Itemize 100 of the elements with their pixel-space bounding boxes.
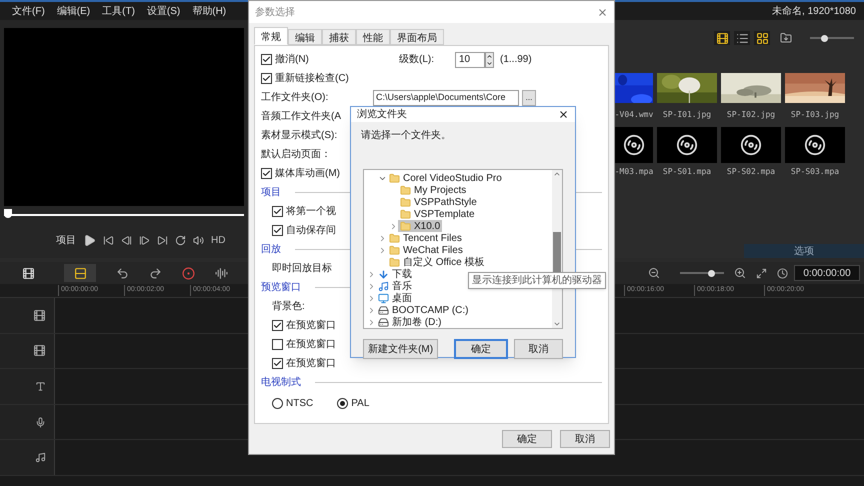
path-field[interactable]: C:\Users\apple\Documents\Core: [373, 90, 519, 106]
dialog-button[interactable]: 确定: [454, 339, 508, 359]
close-button[interactable]: [558, 109, 569, 120]
timecode-field[interactable]: 0:00:00:00: [794, 265, 860, 281]
zoom-out-button[interactable]: [648, 267, 660, 279]
checkbox-label: 重新链接检查(C): [275, 72, 349, 86]
storyboard-view-button[interactable]: [714, 31, 730, 45]
media-thumbnail[interactable]: [785, 70, 845, 106]
menu-item[interactable]: 编辑(E): [56, 4, 90, 18]
media-label: SP-S03.mpa: [790, 166, 840, 178]
tree-item[interactable]: 音乐: [376, 280, 414, 292]
thumbnail-size-slider[interactable]: [810, 34, 854, 42]
dialog-button[interactable]: 取消: [560, 430, 610, 448]
tab[interactable]: 捕获: [322, 29, 356, 45]
tab[interactable]: 编辑: [288, 29, 322, 45]
menu-item[interactable]: 帮助(H): [192, 4, 226, 18]
checkbox[interactable]: [272, 206, 283, 217]
overlay-track-icon: [33, 344, 46, 358]
next-frame-button[interactable]: [139, 234, 150, 246]
tree-item[interactable]: 桌面: [376, 292, 414, 304]
list-view-button[interactable]: [734, 31, 750, 45]
tab[interactable]: 界面布局: [390, 29, 444, 45]
volume-button[interactable]: [193, 234, 204, 246]
tree-label: BOOTCAMP (C:): [392, 304, 468, 316]
media-thumbnail[interactable]: [657, 70, 717, 106]
folder-icon: [400, 208, 411, 220]
radio-button[interactable]: [272, 398, 283, 408]
zoom-in-button[interactable]: [734, 267, 746, 279]
options-tab[interactable]: 选项: [744, 244, 864, 258]
skip-start-button[interactable]: [103, 234, 114, 246]
hd-button[interactable]: HD: [211, 232, 226, 248]
tree-item[interactable]: Tencent Files: [387, 232, 464, 244]
repeat-button[interactable]: [175, 234, 186, 246]
folder-icon: [389, 172, 400, 184]
media-thumbnail[interactable]: [615, 70, 653, 106]
scrubber-handle[interactable]: [4, 209, 12, 218]
record-button[interactable]: [182, 266, 195, 280]
zoom-slider[interactable]: [680, 269, 724, 277]
timeline-rows-icon: [74, 266, 86, 280]
checkbox[interactable]: [272, 339, 283, 350]
checkbox-label: 撤消(N): [275, 52, 310, 67]
title-track-icon: [35, 380, 46, 392]
audio-wave-button[interactable]: [215, 266, 228, 280]
tree-item[interactable]: VSPPathStyle: [398, 196, 479, 208]
timeline-view-button[interactable]: [64, 264, 96, 282]
menu-item[interactable]: 文件(F): [12, 4, 45, 18]
field-label: 素材显示模式(S):: [261, 128, 338, 143]
tree-item[interactable]: 新加卷 (D:): [376, 316, 444, 328]
scrollbar-thumb[interactable]: [553, 232, 561, 275]
number-field[interactable]: 10: [455, 52, 485, 68]
grid-view-button[interactable]: [754, 31, 770, 45]
redo-button[interactable]: [149, 266, 162, 280]
tree-item[interactable]: My Projects: [398, 184, 468, 196]
radio-button[interactable]: [337, 398, 348, 408]
checkbox[interactable]: [272, 358, 283, 369]
media-thumbnail[interactable]: [721, 70, 781, 106]
slider-thumb[interactable]: [708, 270, 715, 276]
undo-button[interactable]: [116, 266, 129, 280]
dialog-title: 参数选择: [255, 6, 295, 20]
media-thumbnail[interactable]: [615, 127, 653, 163]
project-info: 未命名, 1920*1080: [772, 4, 857, 18]
media-thumbnail[interactable]: [721, 127, 781, 163]
tree-label: 新加卷 (D:): [392, 316, 442, 328]
media-thumbnail[interactable]: [785, 127, 845, 163]
menu-item[interactable]: 设置(S): [146, 4, 180, 18]
tab[interactable]: 常规: [254, 27, 288, 45]
tree-item[interactable]: BOOTCAMP (C:): [376, 304, 470, 316]
dialog-button[interactable]: 取消: [514, 339, 563, 359]
scroll-down-icon[interactable]: [553, 320, 561, 328]
menu-item[interactable]: 工具(T): [102, 4, 135, 18]
tab[interactable]: 性能: [356, 29, 390, 45]
scrollbar[interactable]: [552, 170, 562, 328]
media-label: SP-S02.mpa: [726, 166, 776, 178]
tree-item[interactable]: VSPTemplate: [398, 208, 477, 220]
media-thumbnail[interactable]: [657, 127, 717, 163]
checkbox[interactable]: [272, 225, 283, 236]
play-button[interactable]: [83, 234, 96, 246]
scroll-up-icon[interactable]: [553, 170, 561, 178]
tree-item[interactable]: WeChat Files: [387, 244, 465, 256]
tree-item[interactable]: Corel VideoStudio Pro: [387, 172, 504, 184]
dialog-button[interactable]: 新建文件夹(M): [363, 339, 438, 359]
previous-frame-button[interactable]: [121, 234, 132, 246]
browse-button[interactable]: ...: [522, 90, 536, 106]
tree-label: 桌面: [392, 292, 412, 306]
radio-label: PAL: [351, 396, 370, 410]
tree-item[interactable]: 自定义 Office 模板: [387, 256, 486, 268]
media-label: -V04.wmv: [614, 109, 654, 121]
spinner-arrows-icon[interactable]: [485, 52, 494, 68]
checkbox[interactable]: [261, 54, 272, 65]
tree-item[interactable]: X10.0: [398, 220, 442, 232]
checkbox[interactable]: [261, 73, 272, 84]
checkbox-label: 将第一个视: [286, 204, 336, 219]
fit-button[interactable]: [756, 268, 767, 278]
field-label: 工作文件夹(O):: [261, 90, 330, 105]
film-strip-icon: [22, 266, 34, 280]
checkbox[interactable]: [261, 168, 272, 179]
dialog-button[interactable]: 确定: [502, 430, 552, 448]
checkbox[interactable]: [272, 320, 283, 331]
slider-thumb[interactable]: [821, 34, 828, 42]
skip-end-button[interactable]: [157, 234, 168, 246]
